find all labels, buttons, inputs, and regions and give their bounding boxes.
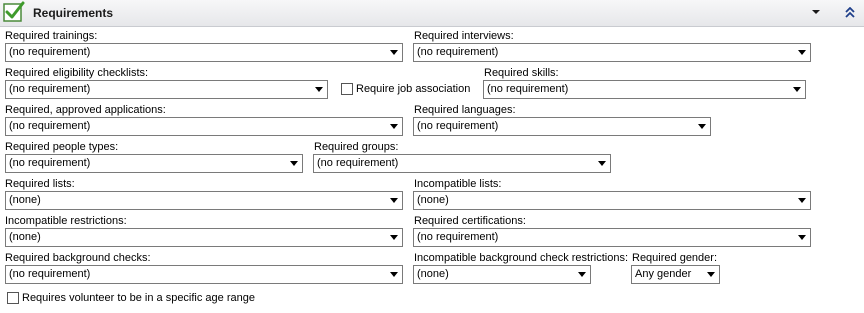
double-chevron-up-icon[interactable]: [843, 5, 857, 19]
incompatible-lists-label: Incompatible lists:: [414, 178, 502, 190]
required-applications-label: Required, approved applications:: [5, 104, 166, 116]
required-background-checks-label: Required background checks:: [5, 252, 151, 264]
incompatible-bg-restrictions-select[interactable]: (none): [413, 265, 591, 284]
dropdown-arrow-icon: [578, 272, 586, 277]
age-range-label: Requires volunteer to be in a specific a…: [22, 292, 255, 304]
required-certifications-value: (no requirement): [417, 231, 499, 243]
dropdown-arrow-icon: [390, 50, 398, 55]
required-skills-label: Required skills:: [484, 67, 559, 79]
dropdown-arrow-icon: [707, 272, 715, 277]
dropdown-arrow-icon: [290, 161, 298, 166]
incompatible-lists-value: (none): [417, 194, 449, 206]
job-association-checkbox[interactable]: [341, 83, 353, 95]
dropdown-arrow-icon: [798, 235, 806, 240]
incompatible-lists-select[interactable]: (none): [413, 191, 811, 210]
required-skills-value: (no requirement): [487, 83, 569, 95]
required-eligibility-select[interactable]: (no requirement): [5, 80, 328, 99]
required-certifications-label: Required certifications:: [414, 215, 526, 227]
required-eligibility-label: Required eligibility checklists:: [5, 67, 149, 79]
required-applications-value: (no requirement): [9, 120, 91, 132]
incompatible-restrictions-label: Incompatible restrictions:: [5, 215, 127, 227]
required-background-checks-select[interactable]: (no requirement): [5, 265, 403, 284]
required-lists-select[interactable]: (none): [5, 191, 403, 210]
section-title: Requirements: [33, 6, 114, 20]
required-gender-value: Any gender: [635, 268, 692, 280]
required-trainings-value: (no requirement): [9, 46, 91, 58]
required-groups-label: Required groups:: [314, 141, 399, 153]
dropdown-arrow-icon: [698, 124, 706, 129]
incompatible-bg-restrictions-label: Incompatible background check restrictio…: [414, 252, 628, 264]
age-range-checkbox[interactable]: [7, 292, 19, 304]
dropdown-arrow-icon: [798, 198, 806, 203]
dropdown-arrow-icon: [390, 198, 398, 203]
dropdown-arrow-icon: [390, 124, 398, 129]
required-groups-select[interactable]: (no requirement): [313, 154, 611, 173]
required-people-types-select[interactable]: (no requirement): [5, 154, 303, 173]
required-background-checks-value: (no requirement): [9, 268, 91, 280]
dropdown-arrow-icon: [390, 235, 398, 240]
chevron-down-icon[interactable]: [809, 5, 823, 19]
required-languages-select[interactable]: (no requirement): [413, 117, 711, 136]
incompatible-restrictions-select[interactable]: (none): [5, 228, 403, 247]
required-people-types-value: (no requirement): [9, 157, 91, 169]
required-languages-label: Required languages:: [414, 104, 516, 116]
required-gender-label: Required gender:: [632, 252, 718, 264]
required-interviews-label: Required interviews:: [414, 30, 514, 42]
required-gender-select[interactable]: Any gender: [631, 265, 720, 284]
required-trainings-label: Required trainings:: [5, 30, 98, 42]
required-certifications-select[interactable]: (no requirement): [413, 228, 811, 247]
dropdown-arrow-icon: [598, 161, 606, 166]
required-lists-label: Required lists:: [5, 178, 75, 190]
required-interviews-select[interactable]: (no requirement): [413, 43, 811, 62]
checkmark-icon: [3, 1, 25, 22]
dropdown-arrow-icon: [390, 272, 398, 277]
required-applications-select[interactable]: (no requirement): [5, 117, 403, 136]
required-interviews-value: (no requirement): [417, 46, 499, 58]
incompatible-bg-restrictions-value: (none): [417, 268, 449, 280]
required-groups-value: (no requirement): [317, 157, 399, 169]
dropdown-arrow-icon: [798, 50, 806, 55]
section-header: Requirements: [0, 0, 864, 27]
required-skills-select[interactable]: (no requirement): [483, 80, 806, 99]
dropdown-arrow-icon: [315, 87, 323, 92]
required-trainings-select[interactable]: (no requirement): [5, 43, 403, 62]
required-languages-value: (no requirement): [417, 120, 499, 132]
required-lists-value: (none): [9, 194, 41, 206]
incompatible-restrictions-value: (none): [9, 231, 41, 243]
required-people-types-label: Required people types:: [5, 141, 119, 153]
dropdown-arrow-icon: [793, 87, 801, 92]
required-eligibility-value: (no requirement): [9, 83, 91, 95]
job-association-label: Require job association: [356, 83, 471, 95]
